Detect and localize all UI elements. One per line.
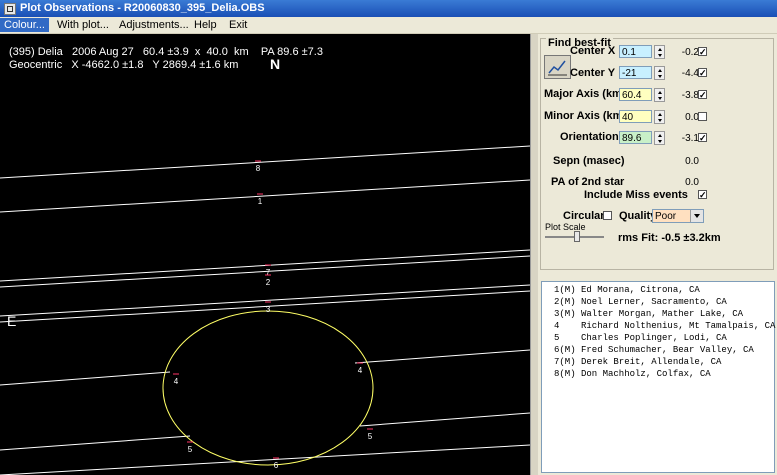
center-y-label: Center Y xyxy=(570,67,616,79)
chord-label: 2 xyxy=(266,278,271,287)
chord-label: 4 xyxy=(358,366,363,375)
list-item: 8(M) Don Machholz, Colfax, CA xyxy=(554,369,711,379)
chord-line xyxy=(0,435,191,451)
plot-svg: 8 1 72 3 4 4 5 5 6 xyxy=(0,145,530,475)
center-x-label: Center X xyxy=(570,45,616,57)
major-axis-checkbox[interactable]: ✓ xyxy=(698,90,707,100)
menu-adjustments[interactable]: Adjustments... xyxy=(115,18,193,32)
plot-splitter[interactable] xyxy=(530,34,538,475)
quality-value: Poor xyxy=(655,211,677,222)
chord-label: 7 xyxy=(266,268,271,277)
fit-panel: Find best-fit Center X 0.1 -0.2 ✓ Center… xyxy=(538,34,777,475)
orientation-delta: -3.1 xyxy=(681,133,699,144)
circular-label: Circular xyxy=(563,210,605,222)
plot-scale-slider-thumb[interactable] xyxy=(574,231,580,242)
list-item: 3(M) Walter Morgan, Mather Lake, CA xyxy=(554,309,744,319)
pa2-label: PA of 2nd star xyxy=(551,176,625,188)
minor-axis-checkbox[interactable] xyxy=(698,112,707,121)
menu-with-plot[interactable]: With plot... xyxy=(53,18,113,32)
chord-line xyxy=(0,145,530,179)
chord-line xyxy=(0,444,530,475)
menu-exit[interactable]: Exit xyxy=(225,18,251,32)
window-title: Plot Observations - R20060830_395_Delia.… xyxy=(20,2,265,14)
minor-axis-label: Minor Axis (km) xyxy=(544,110,627,122)
major-axis-label: Major Axis (km) xyxy=(544,88,626,100)
chord-line xyxy=(359,412,530,427)
title-bar: Plot Observations - R20060830_395_Delia.… xyxy=(0,0,777,17)
center-y-spinner[interactable] xyxy=(654,66,665,80)
menu-colour[interactable]: Colour... xyxy=(0,18,49,32)
chord-line xyxy=(0,179,530,213)
circular-checkbox[interactable] xyxy=(603,211,612,220)
center-x-input[interactable]: 0.1 xyxy=(619,45,652,58)
chord-label: 4 xyxy=(174,377,179,386)
chord-label: 5 xyxy=(368,432,373,441)
plot-header-line2: Geocentric X -4662.0 ±1.8 Y 2869.4 ±1.6 … xyxy=(9,59,239,71)
find-best-fit-group: Find best-fit Center X 0.1 -0.2 ✓ Center… xyxy=(540,37,774,270)
chord-label: 3 xyxy=(266,305,271,314)
center-x-delta: -0.2 xyxy=(681,47,699,58)
include-miss-label: Include Miss events xyxy=(584,189,688,201)
center-y-delta: -4.4 xyxy=(681,68,699,79)
app-icon xyxy=(4,3,16,15)
chord-line xyxy=(0,371,171,386)
include-miss-checkbox[interactable]: ✓ xyxy=(698,190,707,200)
quality-select[interactable]: Poor xyxy=(652,209,704,223)
orientation-checkbox[interactable]: ✓ xyxy=(698,133,707,143)
minor-axis-delta: 0.0 xyxy=(685,112,699,123)
minor-axis-input[interactable]: 40 xyxy=(619,110,652,123)
menu-bar: Colour... With plot... Adjustments... He… xyxy=(0,17,777,34)
east-label: E xyxy=(7,313,17,329)
chord-label: 8 xyxy=(256,164,261,173)
occultation-plot[interactable]: 8172344556 (395) Delia 2006 Aug 27 60.4 … xyxy=(0,34,530,475)
sepn-value: 0.0 xyxy=(685,156,699,167)
rms-fit-label: rms Fit: -0.5 ±3.2km xyxy=(618,232,721,244)
chord-label: 5 xyxy=(188,445,193,454)
list-item: 6(M) Fred Schumacher, Bear Valley, CA xyxy=(554,345,754,355)
fit-button[interactable] xyxy=(544,55,571,79)
list-item: 5 Charles Poplinger, Lodi, CA xyxy=(554,333,727,343)
quality-label: Quality xyxy=(619,210,657,222)
orientation-spinner[interactable] xyxy=(654,131,665,145)
list-item: 2(M) Noel Lerner, Sacramento, CA xyxy=(554,297,727,307)
chord-label: 1 xyxy=(258,197,263,206)
list-item: 4 Richard Nolthenius, Mt Tamalpais, CA xyxy=(554,321,776,331)
menu-help[interactable]: Help xyxy=(190,18,221,32)
asteroid-profile-ellipse xyxy=(162,310,374,466)
chord-line xyxy=(354,349,530,364)
major-axis-input[interactable]: 60.4 xyxy=(619,88,652,101)
chord-labels: 8 1 72 3 4 4 5 5 6 xyxy=(173,160,373,470)
north-label: N xyxy=(270,56,281,72)
observer-list[interactable]: 1(M) Ed Morana, Citrona, CA 2(M) Noel Le… xyxy=(541,281,775,473)
center-x-spinner[interactable] xyxy=(654,45,665,59)
center-y-checkbox[interactable]: ✓ xyxy=(698,68,707,78)
list-item: 1(M) Ed Morana, Citrona, CA xyxy=(554,285,700,295)
center-x-checkbox[interactable]: ✓ xyxy=(698,47,707,57)
orientation-label: Orientation xyxy=(560,131,619,143)
chord-label: 6 xyxy=(274,461,279,470)
pa2-value: 0.0 xyxy=(685,177,699,188)
chevron-down-icon[interactable] xyxy=(690,210,703,222)
orientation-input[interactable]: 89.6 xyxy=(619,131,652,144)
major-axis-spinner[interactable] xyxy=(654,88,665,102)
major-axis-delta: -3.8 xyxy=(681,90,699,101)
minor-axis-spinner[interactable] xyxy=(654,110,665,124)
sepn-label: Sepn (masec) xyxy=(553,155,625,167)
list-item: 7(M) Derek Breit, Allendale, CA xyxy=(554,357,722,367)
graph-icon xyxy=(548,60,567,76)
center-y-input[interactable]: -21 xyxy=(619,66,652,79)
